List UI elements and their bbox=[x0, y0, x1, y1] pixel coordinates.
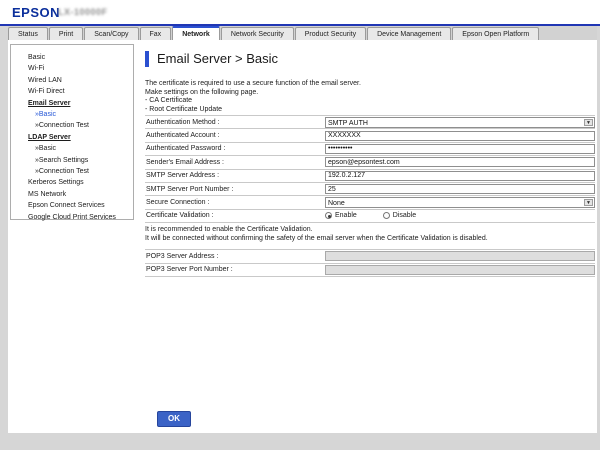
email-server-form: Authentication Method : SMTP AUTH ▼ Auth… bbox=[145, 115, 595, 223]
field-label: SMTP Server Address : bbox=[145, 172, 325, 179]
form-row-smtp-server-port-number: SMTP Server Port Number : bbox=[145, 182, 595, 195]
form-row-senders-email-address: Sender's Email Address : bbox=[145, 155, 595, 168]
pop3-server-address-input bbox=[325, 251, 595, 261]
sidebar-item-email-server-basic[interactable]: »Basic bbox=[11, 109, 133, 120]
radio-option-enable[interactable]: Enable bbox=[325, 212, 357, 219]
smtp-server-address-input[interactable] bbox=[325, 171, 595, 181]
radio-label: Disable bbox=[393, 212, 416, 219]
sidebar-item-wifi[interactable]: Wi-Fi bbox=[11, 63, 133, 74]
tab-bar: Status Print Scan/Copy Fax Network Netwo… bbox=[0, 26, 600, 40]
authentication-method-select[interactable]: SMTP AUTH ▼ bbox=[325, 117, 595, 128]
tab-network-security[interactable]: Network Security bbox=[221, 27, 294, 40]
bottom-page-margin bbox=[0, 433, 600, 450]
tab-print[interactable]: Print bbox=[49, 27, 83, 40]
sidebar-item-kerberos-settings[interactable]: Kerberos Settings bbox=[11, 177, 133, 188]
field-label: POP3 Server Address : bbox=[145, 253, 325, 260]
description-line: - CA Certificate bbox=[145, 97, 595, 106]
form-row-smtp-server-address: SMTP Server Address : bbox=[145, 169, 595, 182]
field-label: Secure Connection : bbox=[145, 199, 325, 206]
ok-button[interactable]: OK bbox=[157, 411, 191, 427]
pop3-form: POP3 Server Address : POP3 Server Port N… bbox=[145, 249, 595, 277]
tab-device-management[interactable]: Device Management bbox=[367, 27, 451, 40]
left-page-margin bbox=[0, 26, 8, 450]
form-row-certificate-validation: Certificate Validation : Enable Disable bbox=[145, 209, 595, 222]
field-label: SMTP Server Port Number : bbox=[145, 186, 325, 193]
sidebar-item-ldap-connection-test[interactable]: »Connection Test bbox=[11, 166, 133, 177]
title-accent-bar bbox=[145, 51, 149, 67]
field-label: Authenticated Account : bbox=[145, 132, 325, 139]
sidebar-nav: Basic Wi-Fi Wired LAN Wi-Fi Direct Email… bbox=[10, 44, 134, 220]
page-description: The certificate is required to use a sec… bbox=[145, 80, 595, 115]
chevron-down-icon[interactable]: ▼ bbox=[584, 119, 593, 126]
form-row-authentication-method: Authentication Method : SMTP AUTH ▼ bbox=[145, 115, 595, 128]
selected-value: None bbox=[328, 200, 345, 207]
sidebar-item-ldap-search-settings[interactable]: »Search Settings bbox=[11, 155, 133, 166]
certificate-validation-note: It is recommended to enable the Certific… bbox=[145, 226, 595, 243]
sidebar-item-wifi-direct[interactable]: Wi-Fi Direct bbox=[11, 86, 133, 97]
sidebar-section-email-server[interactable]: Email Server bbox=[11, 98, 133, 109]
authenticated-account-input[interactable] bbox=[325, 131, 595, 141]
radio-disable-icon[interactable] bbox=[383, 212, 390, 219]
tab-epson-open-platform[interactable]: Epson Open Platform bbox=[452, 27, 539, 40]
form-row-secure-connection: Secure Connection : None ▼ bbox=[145, 195, 595, 208]
sidebar-item-google-cloud-print-services[interactable]: Google Cloud Print Services bbox=[11, 212, 133, 223]
epson-logo: EPSON bbox=[12, 5, 60, 20]
field-label: Authenticated Password : bbox=[145, 145, 325, 152]
field-label: Certificate Validation : bbox=[145, 212, 325, 219]
tab-scan-copy[interactable]: Scan/Copy bbox=[84, 27, 138, 40]
radio-enable-icon[interactable] bbox=[325, 212, 332, 219]
page-title: Email Server > Basic bbox=[157, 51, 278, 66]
field-label: Authentication Method : bbox=[145, 119, 325, 126]
printer-model-label: LX-10000F bbox=[58, 7, 108, 17]
form-row-authenticated-password: Authenticated Password : bbox=[145, 142, 595, 155]
sidebar-item-wired-lan[interactable]: Wired LAN bbox=[11, 75, 133, 86]
certificate-validation-radio-group: Enable Disable bbox=[325, 212, 416, 219]
description-line: - Root Certificate Update bbox=[145, 106, 595, 115]
sidebar-item-email-server-connection-test[interactable]: »Connection Test bbox=[11, 120, 133, 131]
smtp-server-port-number-input[interactable] bbox=[325, 184, 595, 194]
field-label: POP3 Server Port Number : bbox=[145, 266, 325, 273]
note-line: It will be connected without confirming … bbox=[145, 235, 595, 244]
main-content: Email Server > Basic The certificate is … bbox=[145, 44, 595, 277]
form-row-authenticated-account: Authenticated Account : bbox=[145, 128, 595, 141]
sidebar-item-ldap-basic[interactable]: »Basic bbox=[11, 143, 133, 154]
pop3-server-port-number-input bbox=[325, 265, 595, 275]
tab-fax[interactable]: Fax bbox=[140, 27, 172, 40]
secure-connection-select[interactable]: None ▼ bbox=[325, 197, 595, 208]
radio-label: Enable bbox=[335, 212, 357, 219]
epson-web-config-page: EPSON LX-10000F Status Print Scan/Copy F… bbox=[0, 0, 600, 450]
tab-status[interactable]: Status bbox=[8, 27, 48, 40]
description-line: The certificate is required to use a sec… bbox=[145, 80, 595, 89]
sidebar-section-ldap-server[interactable]: LDAP Server bbox=[11, 132, 133, 143]
authenticated-password-input[interactable] bbox=[325, 144, 595, 154]
page-title-box: Email Server > Basic bbox=[145, 50, 595, 67]
sidebar-item-ms-network[interactable]: MS Network bbox=[11, 189, 133, 200]
tab-network[interactable]: Network bbox=[172, 26, 220, 40]
field-label: Sender's Email Address : bbox=[145, 159, 325, 166]
senders-email-address-input[interactable] bbox=[325, 157, 595, 167]
header: EPSON LX-10000F bbox=[0, 0, 600, 24]
form-row-pop3-server-port-number: POP3 Server Port Number : bbox=[145, 263, 595, 276]
sidebar-item-basic[interactable]: Basic bbox=[11, 52, 133, 63]
tab-product-security[interactable]: Product Security bbox=[295, 27, 366, 40]
chevron-down-icon[interactable]: ▼ bbox=[584, 199, 593, 206]
selected-value: SMTP AUTH bbox=[328, 120, 368, 127]
form-row-pop3-server-address: POP3 Server Address : bbox=[145, 249, 595, 262]
description-line: Make settings on the following page. bbox=[145, 89, 595, 98]
radio-option-disable[interactable]: Disable bbox=[383, 212, 416, 219]
note-line: It is recommended to enable the Certific… bbox=[145, 226, 595, 235]
sidebar-item-epson-connect-services[interactable]: Epson Connect Services bbox=[11, 200, 133, 211]
